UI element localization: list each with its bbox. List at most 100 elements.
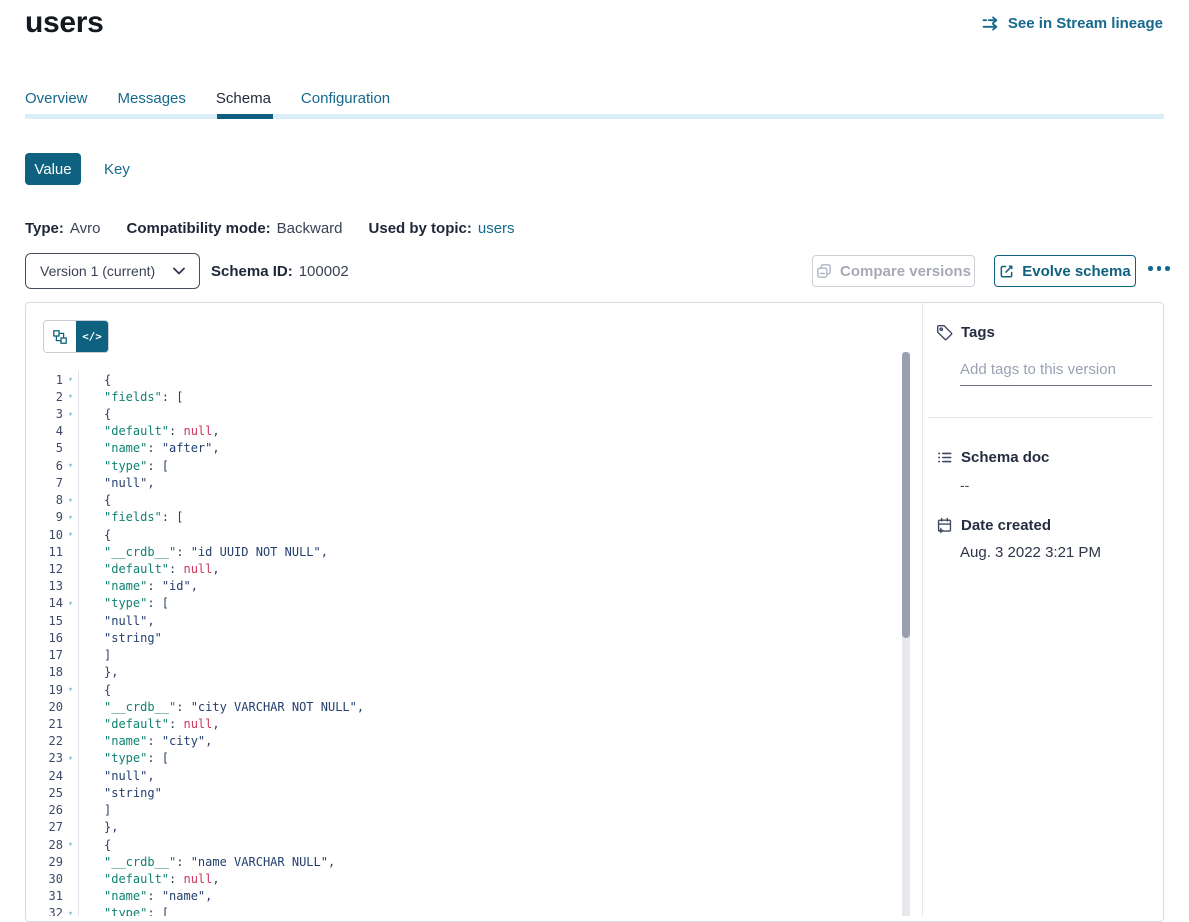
- line-number: 30: [26, 872, 63, 886]
- line-number: 7: [26, 476, 63, 490]
- tab-messages[interactable]: Messages: [118, 90, 186, 107]
- fold-spacer: [63, 568, 78, 570]
- code-text: "__crdb__": "id UUID NOT NULL",: [78, 543, 901, 560]
- code-text: "string": [78, 629, 901, 646]
- value-toggle-button[interactable]: Value: [25, 153, 81, 185]
- line-number: 28: [26, 838, 63, 852]
- code-text: "default": null,: [78, 560, 901, 577]
- sidebar-divider: [922, 303, 923, 916]
- fold-arrow-icon[interactable]: ▾: [63, 908, 78, 916]
- code-line: 23▾ "type": [: [26, 750, 901, 767]
- stream-lineage-link[interactable]: See in Stream lineage: [982, 15, 1163, 32]
- code-line: 1▾{: [26, 371, 901, 388]
- code-line: 13 "name": "id",: [26, 578, 901, 595]
- code-line: 19▾ {: [26, 681, 901, 698]
- code-text: "string": [78, 784, 901, 801]
- fold-spacer: [63, 861, 78, 863]
- code-line: 12 "default": null,: [26, 560, 901, 577]
- line-number: 27: [26, 820, 63, 834]
- fold-spacer: [63, 671, 78, 673]
- code-text: },: [78, 819, 901, 836]
- code-text: ]: [78, 647, 901, 664]
- fold-arrow-icon[interactable]: ▾: [63, 409, 78, 420]
- type-label: Type:: [25, 220, 64, 237]
- tree-view-button[interactable]: [44, 321, 76, 352]
- code-line: 21 "default": null,: [26, 715, 901, 732]
- code-line: 24 "null",: [26, 767, 901, 784]
- code-line: 29 "__crdb__": "name VARCHAR NULL",: [26, 853, 901, 870]
- version-select[interactable]: Version 1 (current): [25, 253, 200, 289]
- date-created-header: Date created: [936, 517, 1051, 534]
- evolve-schema-button[interactable]: Evolve schema: [994, 255, 1136, 287]
- fold-arrow-icon[interactable]: ▾: [63, 684, 78, 695]
- fold-arrow-icon[interactable]: ▾: [63, 460, 78, 471]
- compare-versions-label: Compare versions: [840, 263, 971, 280]
- tab-schema[interactable]: Schema: [216, 90, 271, 107]
- fold-spacer: [63, 809, 78, 811]
- stream-lineage-icon: [982, 16, 1001, 31]
- tags-input[interactable]: Add tags to this version: [960, 361, 1152, 378]
- line-number: 20: [26, 700, 63, 714]
- code-line: 22 "name": "city",: [26, 733, 901, 750]
- tab-overview[interactable]: Overview: [25, 90, 88, 107]
- code-line: 2▾ "fields": [: [26, 388, 901, 405]
- schema-id-label: Schema ID:: [211, 263, 293, 280]
- tags-input-underline: [960, 385, 1152, 386]
- code-line: 32▾ "type": [: [26, 905, 901, 916]
- tree-view-icon: [52, 329, 68, 345]
- code-text: "name": "city",: [78, 733, 901, 750]
- line-number: 6: [26, 459, 63, 473]
- schema-doc-value: --: [960, 477, 969, 493]
- line-number: 24: [26, 769, 63, 783]
- fold-arrow-icon[interactable]: ▾: [63, 512, 78, 523]
- code-line: 10▾ {: [26, 526, 901, 543]
- code-line: 27 },: [26, 819, 901, 836]
- code-text: "default": null,: [78, 870, 901, 887]
- schema-id: Schema ID: 100002: [211, 263, 349, 280]
- list-icon: [936, 449, 953, 466]
- fold-spacer: [63, 637, 78, 639]
- code-text: },: [78, 664, 901, 681]
- fold-arrow-icon[interactable]: ▾: [63, 495, 78, 506]
- tab-bar: Overview Messages Schema Configuration: [25, 90, 390, 107]
- tags-section-divider: [928, 417, 1153, 418]
- fold-arrow-icon[interactable]: ▾: [63, 391, 78, 402]
- line-number: 17: [26, 648, 63, 662]
- code-view-button[interactable]: </>: [76, 321, 108, 352]
- code-line: 8▾ {: [26, 492, 901, 509]
- code-text: "null",: [78, 474, 901, 491]
- fold-spacer: [63, 826, 78, 828]
- used-by-topic-label: Used by topic:: [369, 220, 472, 237]
- fold-arrow-icon[interactable]: ▾: [63, 753, 78, 764]
- schema-meta-row: Type: Avro Compatibility mode: Backward …: [25, 220, 515, 237]
- code-line: 30 "default": null,: [26, 870, 901, 887]
- tab-configuration[interactable]: Configuration: [301, 90, 390, 107]
- fold-spacer: [63, 482, 78, 484]
- fold-arrow-icon[interactable]: ▾: [63, 374, 78, 385]
- fold-arrow-icon[interactable]: ▾: [63, 598, 78, 609]
- scrollbar-thumb[interactable]: [902, 352, 910, 638]
- line-number: 1: [26, 373, 63, 387]
- version-select-value: Version 1 (current): [40, 263, 155, 279]
- line-number: 5: [26, 441, 63, 455]
- fold-spacer: [63, 620, 78, 622]
- line-number: 29: [26, 855, 63, 869]
- compare-versions-button[interactable]: Compare versions: [812, 255, 975, 287]
- code-text: {: [78, 681, 901, 698]
- fold-arrow-icon[interactable]: ▾: [63, 839, 78, 850]
- code-text: "null",: [78, 767, 901, 784]
- more-options-icon[interactable]: [1146, 262, 1172, 275]
- code-line: 6▾ "type": [: [26, 457, 901, 474]
- edit-icon: [999, 264, 1014, 279]
- code-text: {: [78, 526, 901, 543]
- code-text: {: [78, 836, 901, 853]
- tag-icon: [936, 324, 953, 341]
- fold-arrow-icon[interactable]: ▾: [63, 529, 78, 540]
- used-by-topic-link[interactable]: users: [478, 220, 515, 237]
- code-text: "fields": [: [78, 509, 901, 526]
- code-text: "name": "after",: [78, 440, 901, 457]
- key-toggle-link[interactable]: Key: [104, 161, 130, 178]
- page-title: users: [25, 6, 104, 40]
- tags-section-header: Tags: [936, 324, 995, 341]
- code-line: 9▾ "fields": [: [26, 509, 901, 526]
